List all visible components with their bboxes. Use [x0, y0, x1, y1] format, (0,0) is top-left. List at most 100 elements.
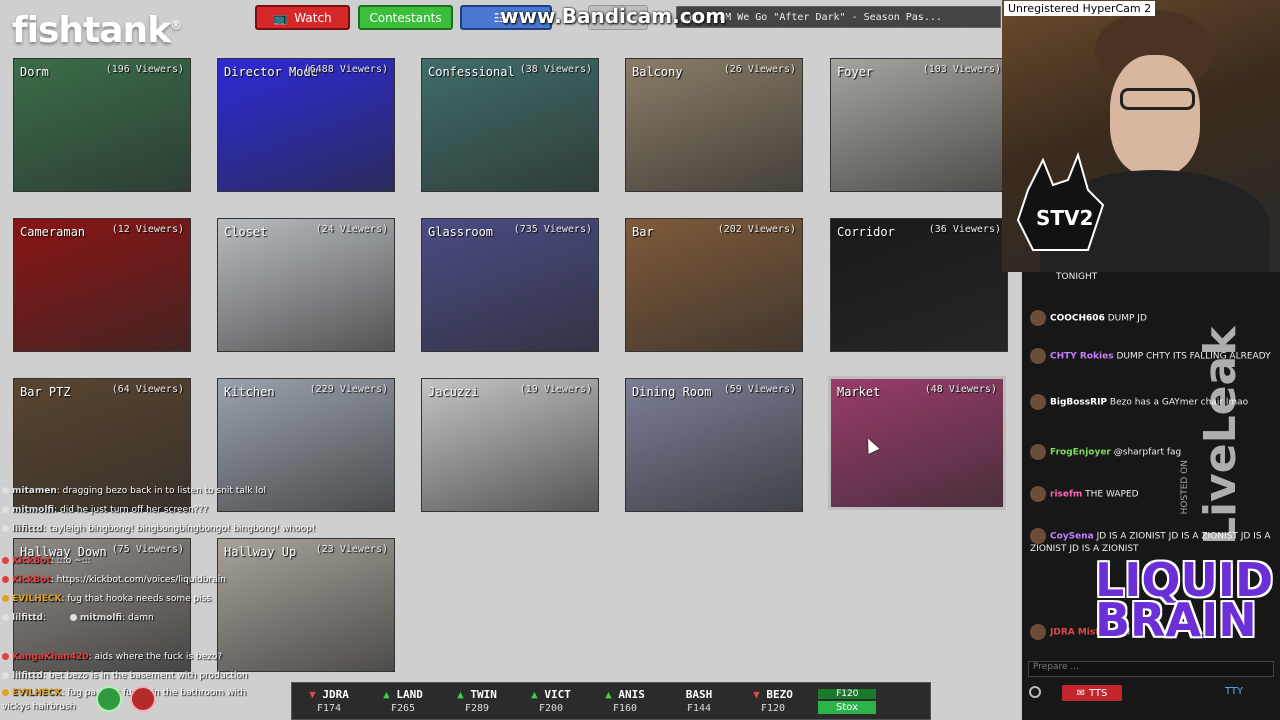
camera-tile[interactable]: Cameraman (12 Viewers) [13, 218, 191, 352]
chat-username[interactable]: CoySena [1050, 532, 1094, 542]
camera-tile[interactable]: Hallway Up (23 Viewers) [217, 538, 395, 672]
avatar[interactable] [1030, 624, 1046, 640]
camera-name: Bar [632, 225, 654, 239]
overlay-chat-user: lilfittd [12, 524, 43, 534]
ticker-value: ₣144 [686, 703, 712, 714]
ticker-item[interactable]: ▼ BEZO ₣120 [736, 688, 810, 714]
chat-username[interactable]: risefm [1050, 490, 1082, 500]
overlay-chat-line: lilfittd: tayleigh bingbong! bingbongbin… [2, 524, 315, 534]
arrow-down-icon: ▼ [309, 688, 323, 701]
camera-name: Jacuzzi [428, 385, 479, 399]
chat-text: TONIGHT [1056, 272, 1098, 282]
ticker-value: ₣160 [612, 703, 638, 714]
overlay-chat-text: vickys hairbrush [2, 702, 76, 712]
overlay-chat-line: EVILHECK: fug that hooka needs some piss [2, 594, 211, 604]
overlay-chat-text: tayleigh bingbong! bingbongbingbongo! bi… [48, 524, 316, 534]
watch-button[interactable]: 📺 Watch [255, 5, 350, 30]
camera-tile[interactable]: Bar (202 Viewers) [625, 218, 803, 352]
contestants-button[interactable]: Contestants [358, 5, 453, 30]
camera-tile[interactable]: Confessional (38 Viewers) [421, 58, 599, 192]
chat-username[interactable]: COOCH606 [1050, 314, 1105, 324]
overlay-chat-text: damn [128, 613, 154, 623]
arrow-up-icon: ▲ [605, 688, 619, 701]
camera-viewers: (48 Viewers) [924, 384, 997, 395]
overlay-chat-text: aids where the fuck is bezo? [94, 652, 223, 662]
ticker-item[interactable]: ▲ VICT ₣200 [514, 688, 588, 714]
chat-username[interactable]: JDRA Mist [1050, 628, 1100, 638]
camera-tile[interactable]: Glassroom (735 Viewers) [421, 218, 599, 352]
camera-viewers: (59 Viewers) [723, 384, 796, 395]
overlay-chat-text: fug that hooka needs some piss [67, 594, 212, 604]
camera-name: Foyer [837, 65, 874, 79]
chat-username[interactable]: CHTY Rokies [1050, 352, 1114, 362]
badge-icon [2, 595, 9, 602]
ticker-name: ANIS [618, 688, 645, 701]
camera-viewers: (202 Viewers) [717, 224, 796, 235]
camera-name: Glassroom [428, 225, 494, 239]
stox-button[interactable]: ₣120 Stox [818, 686, 876, 716]
badge-icon [2, 557, 9, 564]
camera-tile[interactable]: Market (48 Viewers) [828, 376, 1006, 510]
ticker-name: VICT [544, 688, 571, 701]
camera-name: Cameraman [20, 225, 86, 239]
bandicam-watermark: www.Bandicam.com [500, 4, 727, 28]
avatar[interactable] [1030, 528, 1046, 544]
camera-viewers: (735 Viewers) [513, 224, 592, 235]
chat-username[interactable]: FrogEnjoyer [1050, 448, 1111, 458]
ticker-item[interactable]: ▲ TWIN ₣289 [440, 688, 514, 714]
camera-name: Bar PTZ [20, 385, 71, 399]
camera-viewers: (24 Viewers) [315, 224, 388, 235]
ticker-item[interactable]: ▼ JDRA ₣174 [292, 688, 366, 714]
overlay-chat-user: lilfittd [12, 613, 43, 623]
stock-ticker: ▼ JDRA ₣174 ▲ LAND ₣265 ▲ TWIN ₣289 ▲ VICT ₣200… [291, 682, 931, 720]
ticker-name: BASH [685, 688, 713, 701]
overlay-chat-text: dragging bezo back in to listen to snit … [62, 486, 266, 496]
ticker-item[interactable]: ▲ ANIS ₣160 [588, 688, 662, 714]
camera-viewers: (36 Viewers) [928, 224, 1001, 235]
stox-amount: ₣120 [818, 688, 876, 699]
ticker-name: JDRA [322, 688, 349, 701]
avatar[interactable] [1030, 444, 1046, 460]
badge-icon [2, 672, 9, 679]
badge-icon [2, 653, 9, 660]
hosted-on-label: HOSTED ON [1180, 460, 1190, 515]
camera-tile[interactable]: Closet (24 Viewers) [217, 218, 395, 352]
overlay-chat-user: lilfittd [12, 671, 43, 681]
green-coin-icon[interactable] [96, 686, 122, 712]
camera-tile[interactable]: Jacuzzi (19 Viewers) [421, 378, 599, 512]
ticker-item[interactable]: BASH ₣144 [662, 688, 736, 714]
tts-icon: ✉ [1076, 687, 1085, 699]
camera-tile[interactable]: Dining Room (59 Viewers) [625, 378, 803, 512]
ticker-item[interactable]: ▲ LAND ₣265 [366, 688, 440, 714]
avatar[interactable] [1030, 486, 1046, 502]
chat-username[interactable]: BigBossRIP [1050, 398, 1107, 408]
avatar[interactable] [1030, 348, 1046, 364]
ticker-value: ₣265 [390, 703, 416, 714]
camera-tile[interactable]: Balcony (26 Viewers) [625, 58, 803, 192]
bottom-icons [96, 686, 156, 712]
camera-tile[interactable]: Corridor (36 Viewers) [830, 218, 1008, 352]
badge-icon [2, 487, 9, 494]
overlay-chat-text: https://kickbot.com/voices/liquidbrain [56, 575, 226, 585]
camera-tile[interactable]: Foyer (103 Viewers) [830, 58, 1008, 192]
overlay-chat-line: mitmolfi: did he just turn off her scree… [2, 505, 208, 515]
camera-tile[interactable]: Director Mode (6488 Viewers) [217, 58, 395, 192]
gear-icon[interactable] [1029, 686, 1041, 698]
tts-button[interactable]: ✉ TTS [1062, 685, 1122, 701]
camera-name: Confessional [428, 65, 515, 79]
ticker-value: ₣120 [760, 703, 786, 714]
camera-tile[interactable]: Dorm (196 Viewers) [13, 58, 191, 192]
overlay-chat-line: KangaKhan420: aids where the fuck is bez… [2, 652, 222, 662]
avatar[interactable] [1030, 394, 1046, 410]
overlay-chat-user: mitmolfi [80, 613, 123, 623]
overlay-chat-line: KickBot: https://kickbot.com/voices/liqu… [2, 575, 226, 585]
overlay-chat-line: vickys hairbrush [2, 702, 75, 712]
overlay-chat-text: :::o ~::: [56, 556, 91, 566]
red-coin-icon[interactable] [130, 686, 156, 712]
fishtank-logo[interactable]: fishtank® [12, 10, 182, 51]
chat-text: THE WAPED [1085, 489, 1139, 500]
ticker-name: TWIN [470, 688, 497, 701]
chat-input[interactable]: Prepare ... [1028, 661, 1274, 677]
avatar[interactable] [1030, 310, 1046, 326]
badge-icon [2, 576, 9, 583]
